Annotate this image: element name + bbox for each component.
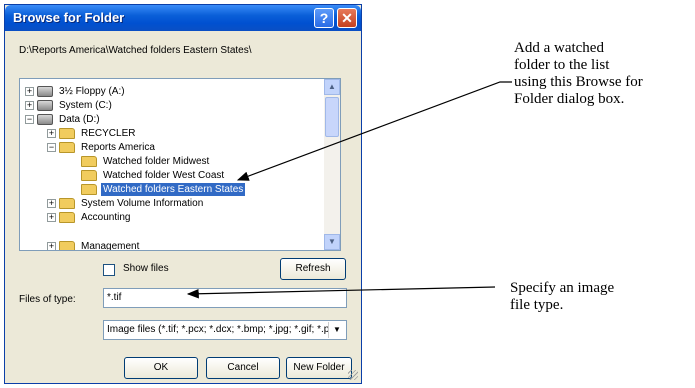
callout-arrow-filetype xyxy=(186,286,496,299)
callout-arrows xyxy=(186,81,512,299)
callout-arrow-folder xyxy=(236,81,512,181)
